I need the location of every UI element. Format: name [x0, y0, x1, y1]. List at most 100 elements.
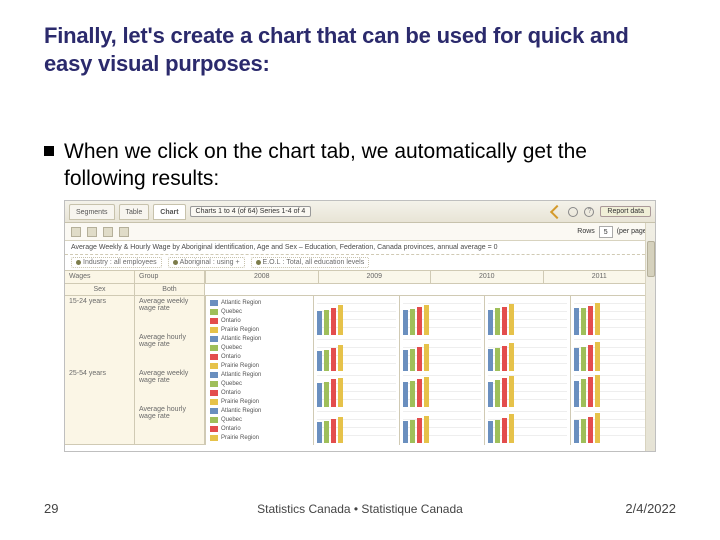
legend-entry: Atlantic Region — [210, 300, 309, 306]
bar — [417, 379, 422, 407]
legend-label: Ontario — [221, 354, 241, 360]
legend-entry: Quebec — [210, 417, 309, 423]
bar — [502, 307, 507, 335]
bar — [424, 416, 429, 443]
export-icon[interactable] — [87, 227, 97, 237]
pencil-icon[interactable] — [550, 204, 564, 218]
bar — [410, 349, 415, 371]
year-label: 2011 — [543, 271, 656, 283]
bar — [574, 348, 579, 371]
chart-type-icon[interactable] — [103, 227, 113, 237]
legend-swatch-icon — [210, 408, 218, 414]
legend-label: Quebec — [221, 381, 242, 387]
legend-label: Quebec — [221, 417, 242, 423]
year-label: 2009 — [318, 271, 431, 283]
bar — [417, 347, 422, 371]
legend-swatch-icon — [210, 435, 218, 441]
mini-bar-chart — [399, 368, 485, 409]
report-data-button[interactable]: Report data — [600, 206, 651, 217]
help-icon[interactable]: ? — [584, 207, 594, 217]
bar — [588, 345, 593, 371]
mini-bar-chart — [484, 404, 570, 445]
bar — [502, 346, 507, 371]
legend-entry: Ontario — [210, 318, 309, 324]
row-header-sex: Sex — [65, 284, 135, 296]
bar — [588, 377, 593, 407]
bar — [417, 418, 422, 443]
legend: Atlantic RegionQuebecOntarioPrairie Regi… — [205, 368, 313, 409]
tab-segments[interactable]: Segments — [69, 204, 115, 220]
legend-swatch-icon — [210, 354, 218, 360]
mini-bar-chart — [570, 368, 656, 409]
tab-chart[interactable]: Chart — [153, 204, 185, 220]
age-label — [65, 404, 135, 445]
print-icon[interactable] — [71, 227, 81, 237]
mini-bar-chart — [313, 368, 399, 409]
legend-swatch-icon — [210, 318, 218, 324]
legend-label: Ontario — [221, 426, 241, 432]
bar — [495, 420, 500, 443]
slide-title: Finally, let's create a chart that can b… — [44, 22, 664, 77]
legend-entry: Atlantic Region — [210, 372, 309, 378]
legend-swatch-icon — [210, 309, 218, 315]
mini-bar-chart — [484, 332, 570, 373]
bar — [403, 350, 408, 371]
col-header-group: Group — [135, 271, 205, 284]
bar — [595, 342, 600, 371]
mini-bar-chart — [313, 404, 399, 445]
mini-bar-chart — [313, 296, 399, 337]
year-label: 2008 — [205, 271, 318, 283]
legend-swatch-icon — [210, 381, 218, 387]
chart-row: Atlantic RegionQuebecOntarioPrairie Regi… — [205, 368, 655, 409]
legend-swatch-icon — [210, 426, 218, 432]
years-header: 2008 2009 2010 2011 — [205, 271, 655, 283]
bar — [588, 306, 593, 335]
app-toolbar: Segments Table Chart Charts 1 to 4 (of 6… — [65, 201, 655, 223]
legend-entry: Ontario — [210, 354, 309, 360]
bar — [509, 304, 514, 335]
legend-entry: Quebec — [210, 381, 309, 387]
mini-bar-chart — [570, 404, 656, 445]
bar — [488, 349, 493, 371]
rows-input[interactable]: 5 — [599, 226, 613, 238]
scrollbar[interactable] — [645, 223, 655, 451]
criteria-industry[interactable]: Industry: all employees — [71, 257, 162, 268]
tab-table[interactable]: Table — [119, 204, 150, 220]
bar — [331, 308, 336, 335]
bar — [502, 418, 507, 443]
bar — [495, 348, 500, 371]
bar — [581, 419, 586, 443]
footer-center: Statistics Canada • Statistique Canada — [0, 502, 720, 516]
bar — [509, 376, 514, 407]
mini-bar-chart — [399, 332, 485, 373]
mini-bar-chart — [313, 332, 399, 373]
age-label: 15-24 years — [65, 296, 135, 337]
legend-swatch-icon — [210, 372, 218, 378]
criteria-label: E.O.L — [263, 259, 281, 266]
settings-icon[interactable] — [119, 227, 129, 237]
bar — [495, 308, 500, 335]
legend-swatch-icon — [210, 300, 218, 306]
bar — [424, 305, 429, 335]
bar — [410, 309, 415, 335]
criteria-value: Total, all education levels — [286, 259, 364, 266]
legend-label: Atlantic Region — [221, 300, 261, 306]
legend-label: Quebec — [221, 309, 242, 315]
footer-date: 2/4/2022 — [625, 501, 676, 516]
query-headline: Average Weekly & Hourly Wage by Aborigin… — [65, 241, 655, 255]
legend-label: Atlantic Region — [221, 336, 261, 342]
criteria-label: Aboriginal — [180, 259, 211, 266]
chart-row: Atlantic RegionQuebecOntarioPrairie Regi… — [205, 332, 655, 373]
bar — [595, 303, 600, 335]
bar — [588, 417, 593, 443]
bar — [595, 375, 600, 407]
bar — [488, 382, 493, 407]
criteria-aboriginal[interactable]: Aboriginal: using + — [168, 257, 245, 268]
criteria-eol[interactable]: E.O.L: Total, all education levels — [251, 257, 370, 268]
scrollbar-thumb[interactable] — [647, 241, 655, 277]
criteria-bar: Industry: all employees Aboriginal: usin… — [65, 255, 655, 271]
refresh-icon[interactable] — [568, 207, 578, 217]
bar — [574, 381, 579, 407]
bar — [574, 308, 579, 335]
dot-icon — [256, 260, 261, 265]
